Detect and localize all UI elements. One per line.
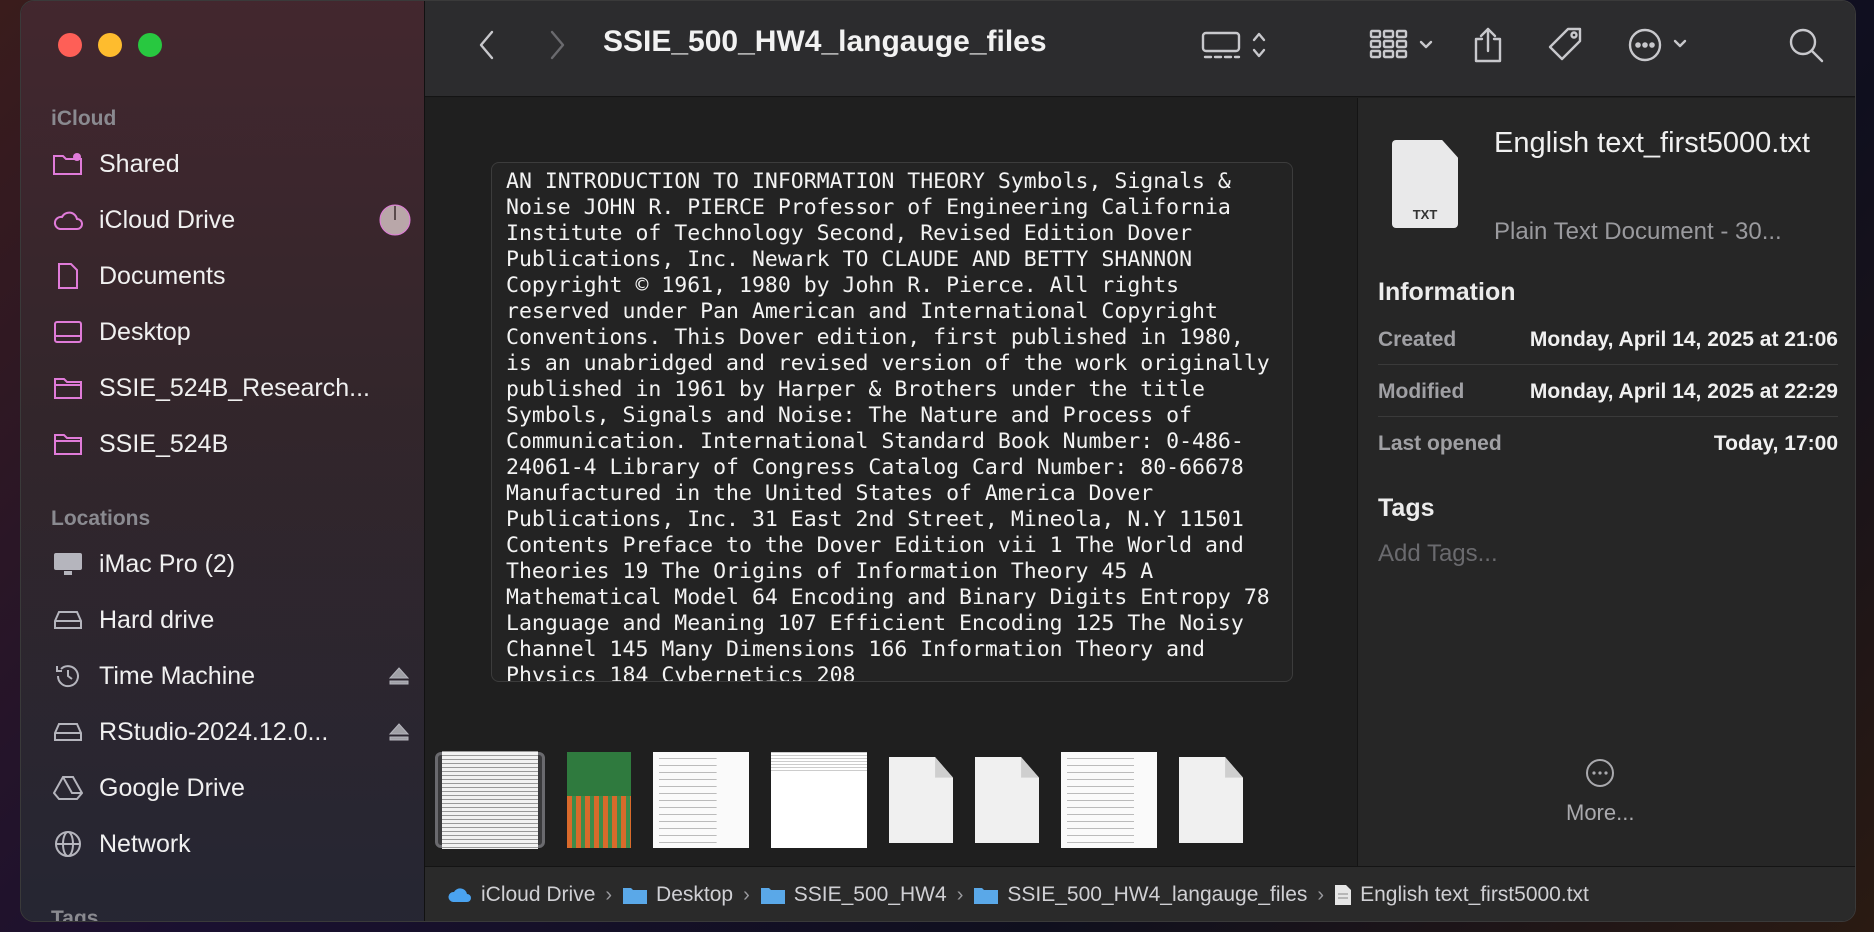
sidebar-item-documents[interactable]: Documents xyxy=(51,254,411,298)
drive-icon xyxy=(51,605,85,635)
chevron-right-icon: › xyxy=(743,883,750,906)
path-crumb-file[interactable]: English text_first5000.txt xyxy=(1334,883,1589,907)
text-document-preview[interactable]: AN INTRODUCTION TO INFORMATION THEORY Sy… xyxy=(491,162,1293,682)
globe-icon xyxy=(51,829,85,859)
eject-icon[interactable] xyxy=(387,722,411,742)
sidebar-item-shared[interactable]: Shared xyxy=(51,142,411,186)
shared-folder-icon xyxy=(51,149,85,179)
tag-icon xyxy=(1548,27,1582,61)
window-controls xyxy=(58,33,162,57)
back-button[interactable] xyxy=(467,23,507,67)
sidebar-item-ssie-524b-research[interactable]: SSIE_524B_Research... xyxy=(51,366,411,410)
grid-icon xyxy=(1369,29,1433,59)
folder-icon xyxy=(51,373,85,403)
zoom-button[interactable] xyxy=(138,33,162,57)
ellipsis-circle-icon xyxy=(1628,28,1687,62)
thumbnail-blank-file[interactable] xyxy=(889,752,953,848)
path-bar: iCloud Drive › Desktop › SSIE_500_HW4 › … xyxy=(425,866,1855,921)
sidebar-item-google-drive[interactable]: Google Drive xyxy=(51,766,411,810)
sidebar-section-locations: Locations xyxy=(51,507,151,530)
tag-button[interactable] xyxy=(1543,23,1589,67)
toolbar: SSIE_500_HW4_langauge_files xyxy=(425,1,1855,97)
sidebar-section-tags: Tags xyxy=(51,907,99,922)
path-crumb-desktop[interactable]: Desktop xyxy=(622,883,733,907)
chevron-left-icon xyxy=(479,30,494,60)
chevron-right-icon: › xyxy=(1317,883,1325,906)
path-crumb-hw4-langauge-files[interactable]: SSIE_500_HW4_langauge_files xyxy=(973,883,1307,907)
folder-icon xyxy=(973,885,999,905)
drive-icon xyxy=(51,717,85,747)
finder-window: iCloud Shared iCloud Drive Documents Des… xyxy=(20,0,1856,922)
info-row-last-opened: Last opened Today, 17:00 xyxy=(1378,432,1838,455)
forward-button[interactable] xyxy=(537,23,577,67)
information-heading: Information xyxy=(1378,278,1516,306)
thumbnail-blank-file[interactable] xyxy=(975,752,1039,848)
computer-icon xyxy=(51,549,85,579)
text-file-icon xyxy=(1334,884,1352,906)
path-crumb-icloud-drive[interactable]: iCloud Drive xyxy=(447,883,595,907)
time-machine-icon xyxy=(51,661,85,691)
minimize-button[interactable] xyxy=(98,33,122,57)
group-button[interactable] xyxy=(1365,23,1445,67)
folder-icon xyxy=(760,885,786,905)
thumbnail[interactable] xyxy=(1061,752,1157,848)
sidebar-item-ssie-524b[interactable]: SSIE_524B xyxy=(51,422,411,466)
sidebar-item-network[interactable]: Network xyxy=(51,822,411,866)
sidebar-section-icloud: iCloud xyxy=(51,107,117,130)
cloud-icon xyxy=(447,886,473,904)
search-icon xyxy=(1789,28,1824,63)
sidebar-item-hard-drive[interactable]: Hard drive xyxy=(51,598,411,642)
sidebar-item-imac-pro[interactable]: iMac Pro (2) xyxy=(51,542,411,586)
chevron-right-icon: › xyxy=(956,883,964,906)
info-row-modified: Modified Monday, April 14, 2025 at 22:29 xyxy=(1378,367,1838,417)
more-button[interactable]: More... xyxy=(1566,758,1634,826)
sidebar-item-time-machine[interactable]: Time Machine xyxy=(51,654,411,698)
chevron-right-icon xyxy=(550,30,565,60)
info-row-created: Created Monday, April 14, 2025 at 21:06 xyxy=(1378,315,1838,365)
gallery-view-icon xyxy=(1201,31,1266,59)
share-button[interactable] xyxy=(1465,23,1511,67)
folder-icon xyxy=(51,429,85,459)
thumbnail-blank-file[interactable] xyxy=(1179,752,1243,848)
thumbnail[interactable] xyxy=(771,752,867,848)
folder-icon xyxy=(622,885,648,905)
text-file-icon: TXT xyxy=(1392,140,1458,228)
ellipsis-circle-icon xyxy=(1586,759,1615,787)
search-button[interactable] xyxy=(1783,23,1829,67)
sync-progress-indicator xyxy=(379,204,411,236)
eject-icon[interactable] xyxy=(387,666,411,686)
sidebar: iCloud Shared iCloud Drive Documents Des… xyxy=(21,1,425,921)
cloud-icon xyxy=(51,205,85,235)
thumbnail[interactable] xyxy=(653,752,749,848)
thumbnail-book-cover[interactable] xyxy=(567,752,631,848)
document-icon xyxy=(51,261,85,291)
chevron-right-icon: › xyxy=(605,883,613,906)
file-type: Plain Text Document - 30... xyxy=(1494,218,1782,245)
add-tags-field[interactable]: Add Tags... xyxy=(1378,540,1498,568)
window-title: SSIE_500_HW4_langauge_files xyxy=(603,25,1047,58)
sidebar-item-icloud-drive[interactable]: iCloud Drive xyxy=(51,198,411,242)
path-crumb-ssie-500-hw4[interactable]: SSIE_500_HW4 xyxy=(760,883,947,907)
thumbnail-selected[interactable] xyxy=(435,751,545,849)
action-menu-button[interactable] xyxy=(1625,23,1701,67)
file-name: English text_first5000.txt xyxy=(1494,127,1810,159)
inspector-panel: TXT English text_first5000.txt Plain Tex… xyxy=(1357,98,1855,866)
view-mode-button[interactable] xyxy=(1199,23,1279,67)
close-button[interactable] xyxy=(58,33,82,57)
tags-heading: Tags xyxy=(1378,494,1435,522)
gallery-preview: AN INTRODUCTION TO INFORMATION THEORY Sy… xyxy=(425,98,1357,866)
sidebar-item-desktop[interactable]: Desktop xyxy=(51,310,411,354)
google-drive-icon xyxy=(51,773,85,803)
desktop-icon xyxy=(51,317,85,347)
share-icon xyxy=(1474,27,1502,63)
sidebar-item-rstudio[interactable]: RStudio-2024.12.0... xyxy=(51,710,411,754)
thumbnail-strip xyxy=(435,748,1265,852)
